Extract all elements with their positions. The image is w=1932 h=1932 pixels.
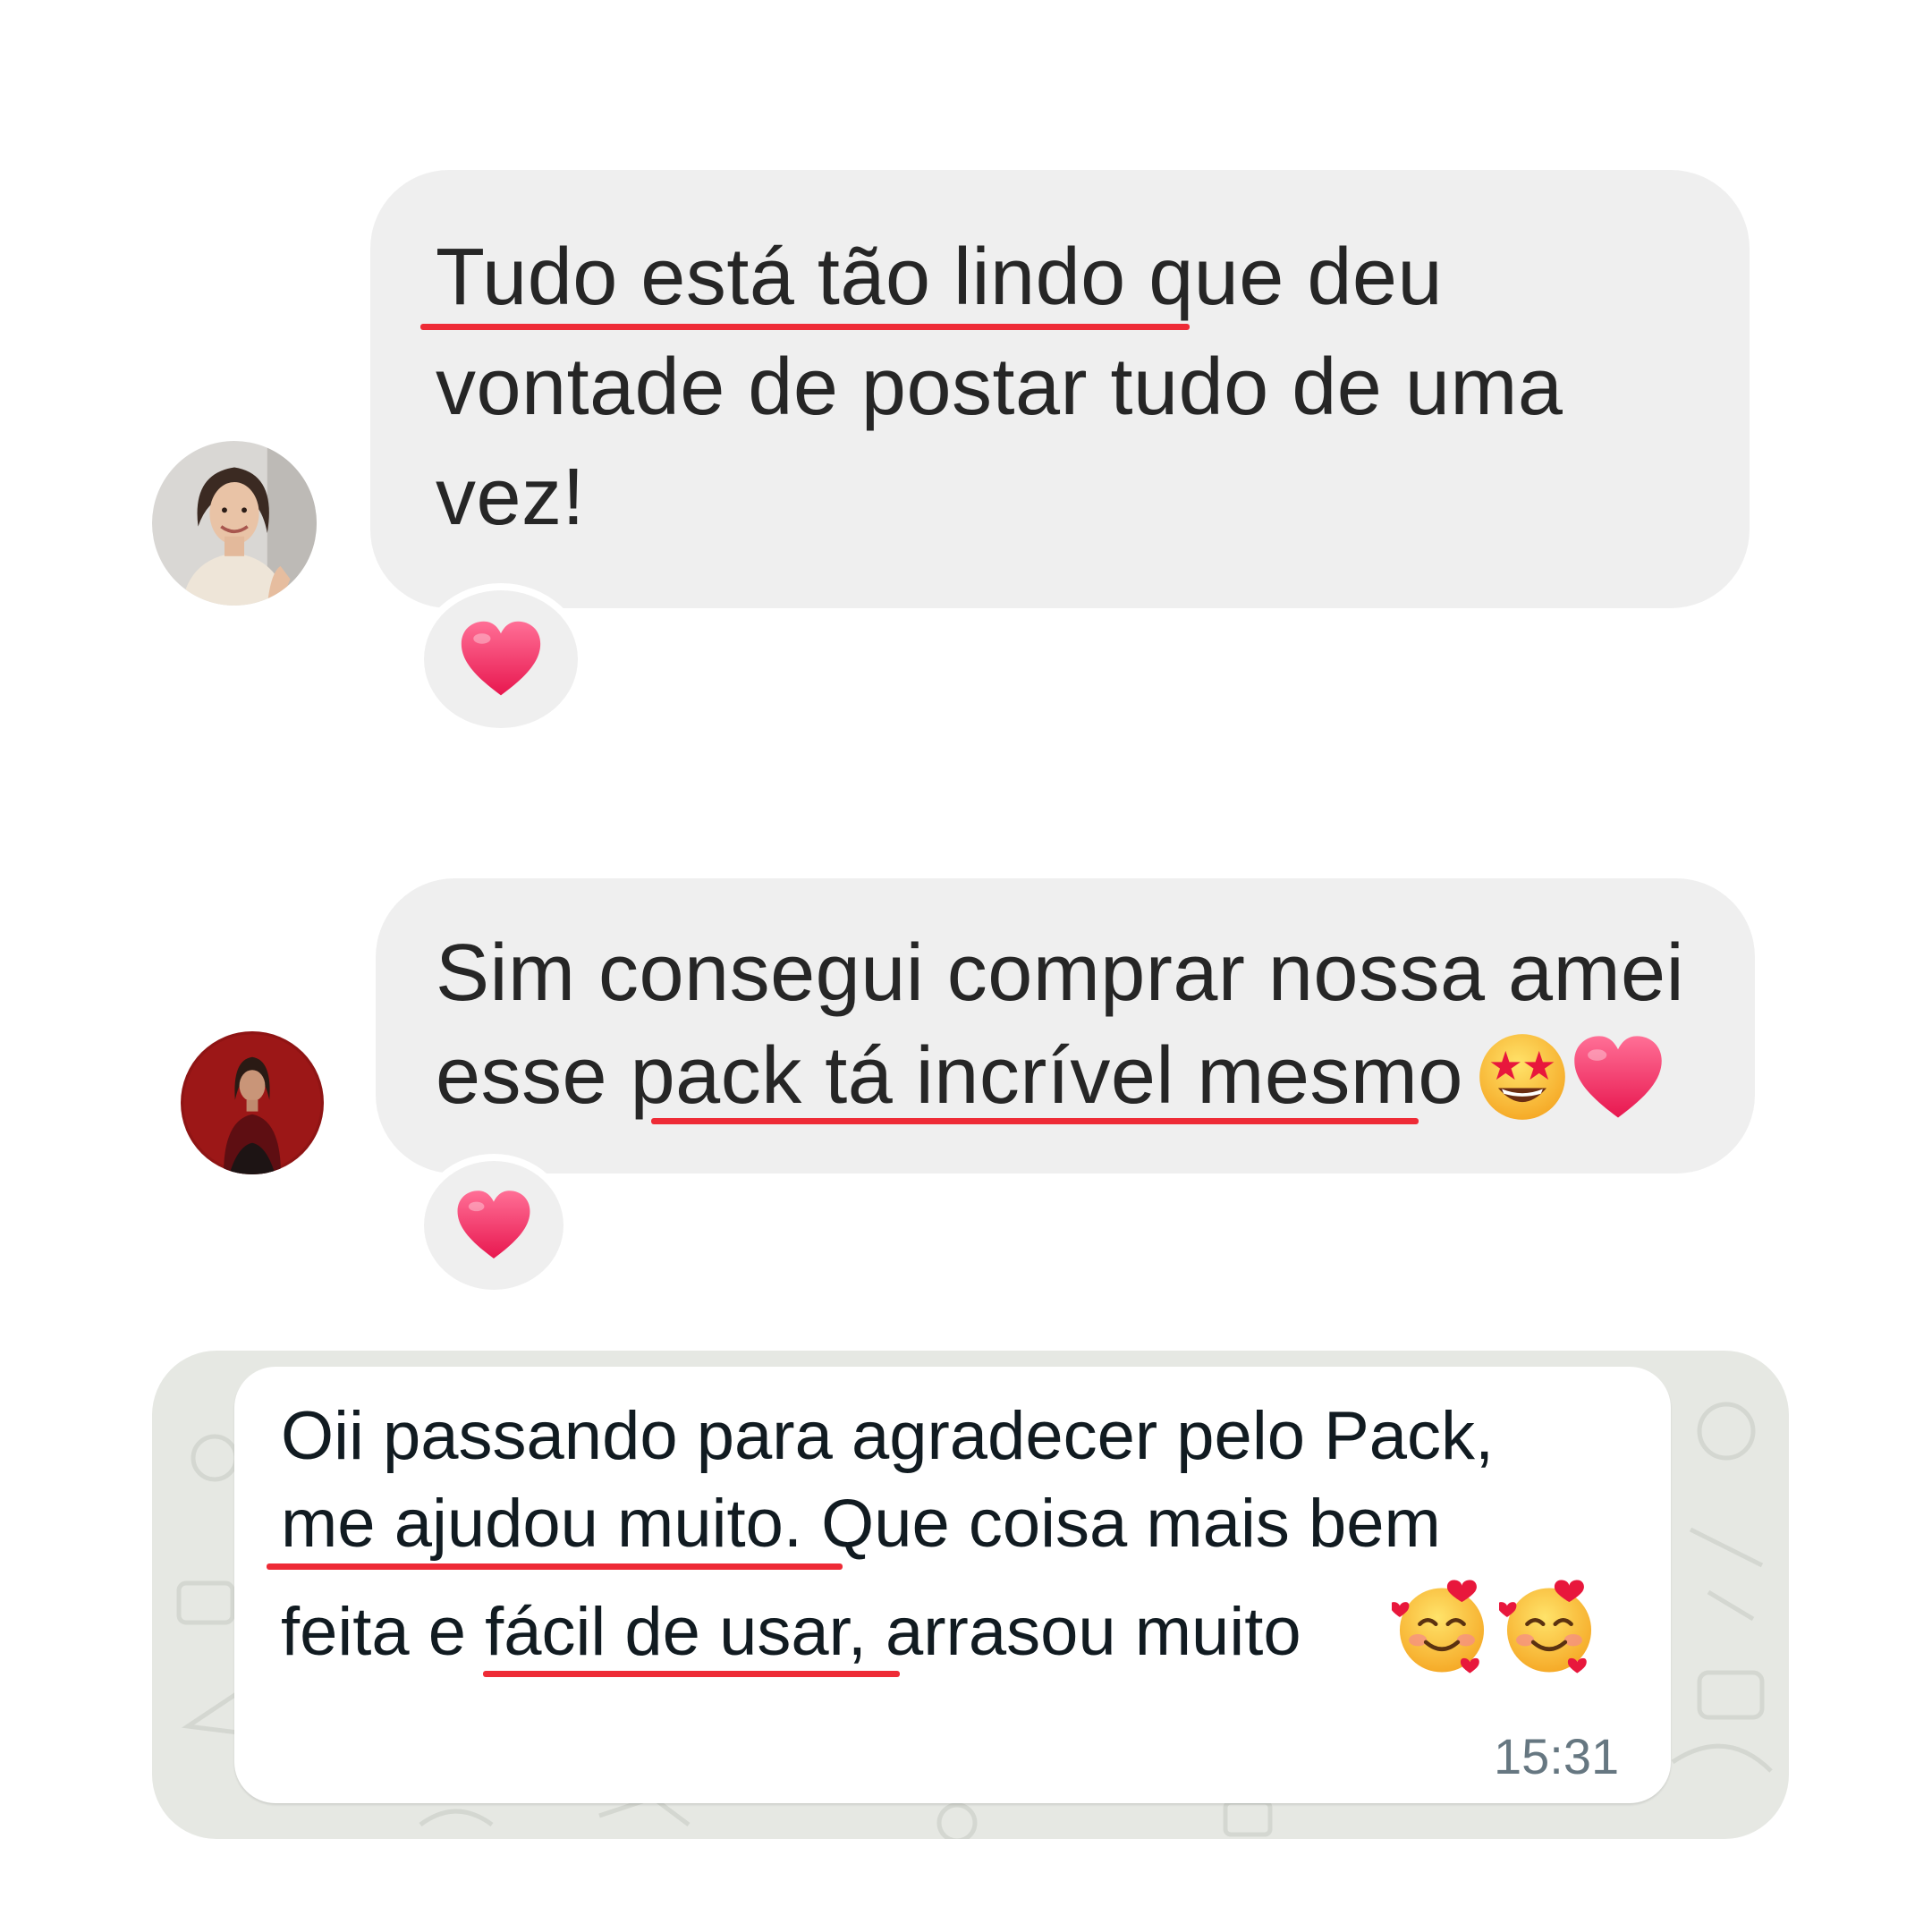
sender-avatar[interactable] (181, 1031, 324, 1174)
message-bubble[interactable] (376, 878, 1755, 1174)
message-text: Tudo está tão lindo que deu (436, 233, 1444, 322)
message-text: esse pack tá incrível mesmo (436, 1031, 1463, 1121)
highlight-underline (267, 1563, 843, 1570)
smiling-face-with-hearts-emoji (1499, 1576, 1599, 1676)
message-text: Sim consegui comprar nossa amei (436, 928, 1685, 1018)
smiling-face-with-hearts-emoji (1392, 1576, 1492, 1676)
message-text: feita e fácil de usar, arrasou muito (281, 1594, 1301, 1670)
message-text: vez! (436, 453, 586, 542)
heart-emoji (1571, 1033, 1665, 1123)
highlight-underline (483, 1671, 900, 1677)
highlight-underline (420, 324, 1190, 330)
highlight-underline (651, 1118, 1419, 1124)
message-text: me ajudou muito. Que coisa mais bem (281, 1486, 1441, 1562)
heart-icon (461, 621, 541, 696)
reaction-badge[interactable] (417, 1154, 571, 1297)
sender-avatar[interactable] (152, 441, 317, 606)
star-struck-emoji (1476, 1030, 1569, 1123)
reaction-badge[interactable] (417, 583, 585, 735)
message-timestamp: 15:31 (1494, 1728, 1620, 1784)
heart-icon (457, 1191, 530, 1258)
message-text: vontade de postar tudo de uma (436, 343, 1563, 432)
message-text: Oii passando para agradecer pelo Pack, (281, 1398, 1495, 1474)
